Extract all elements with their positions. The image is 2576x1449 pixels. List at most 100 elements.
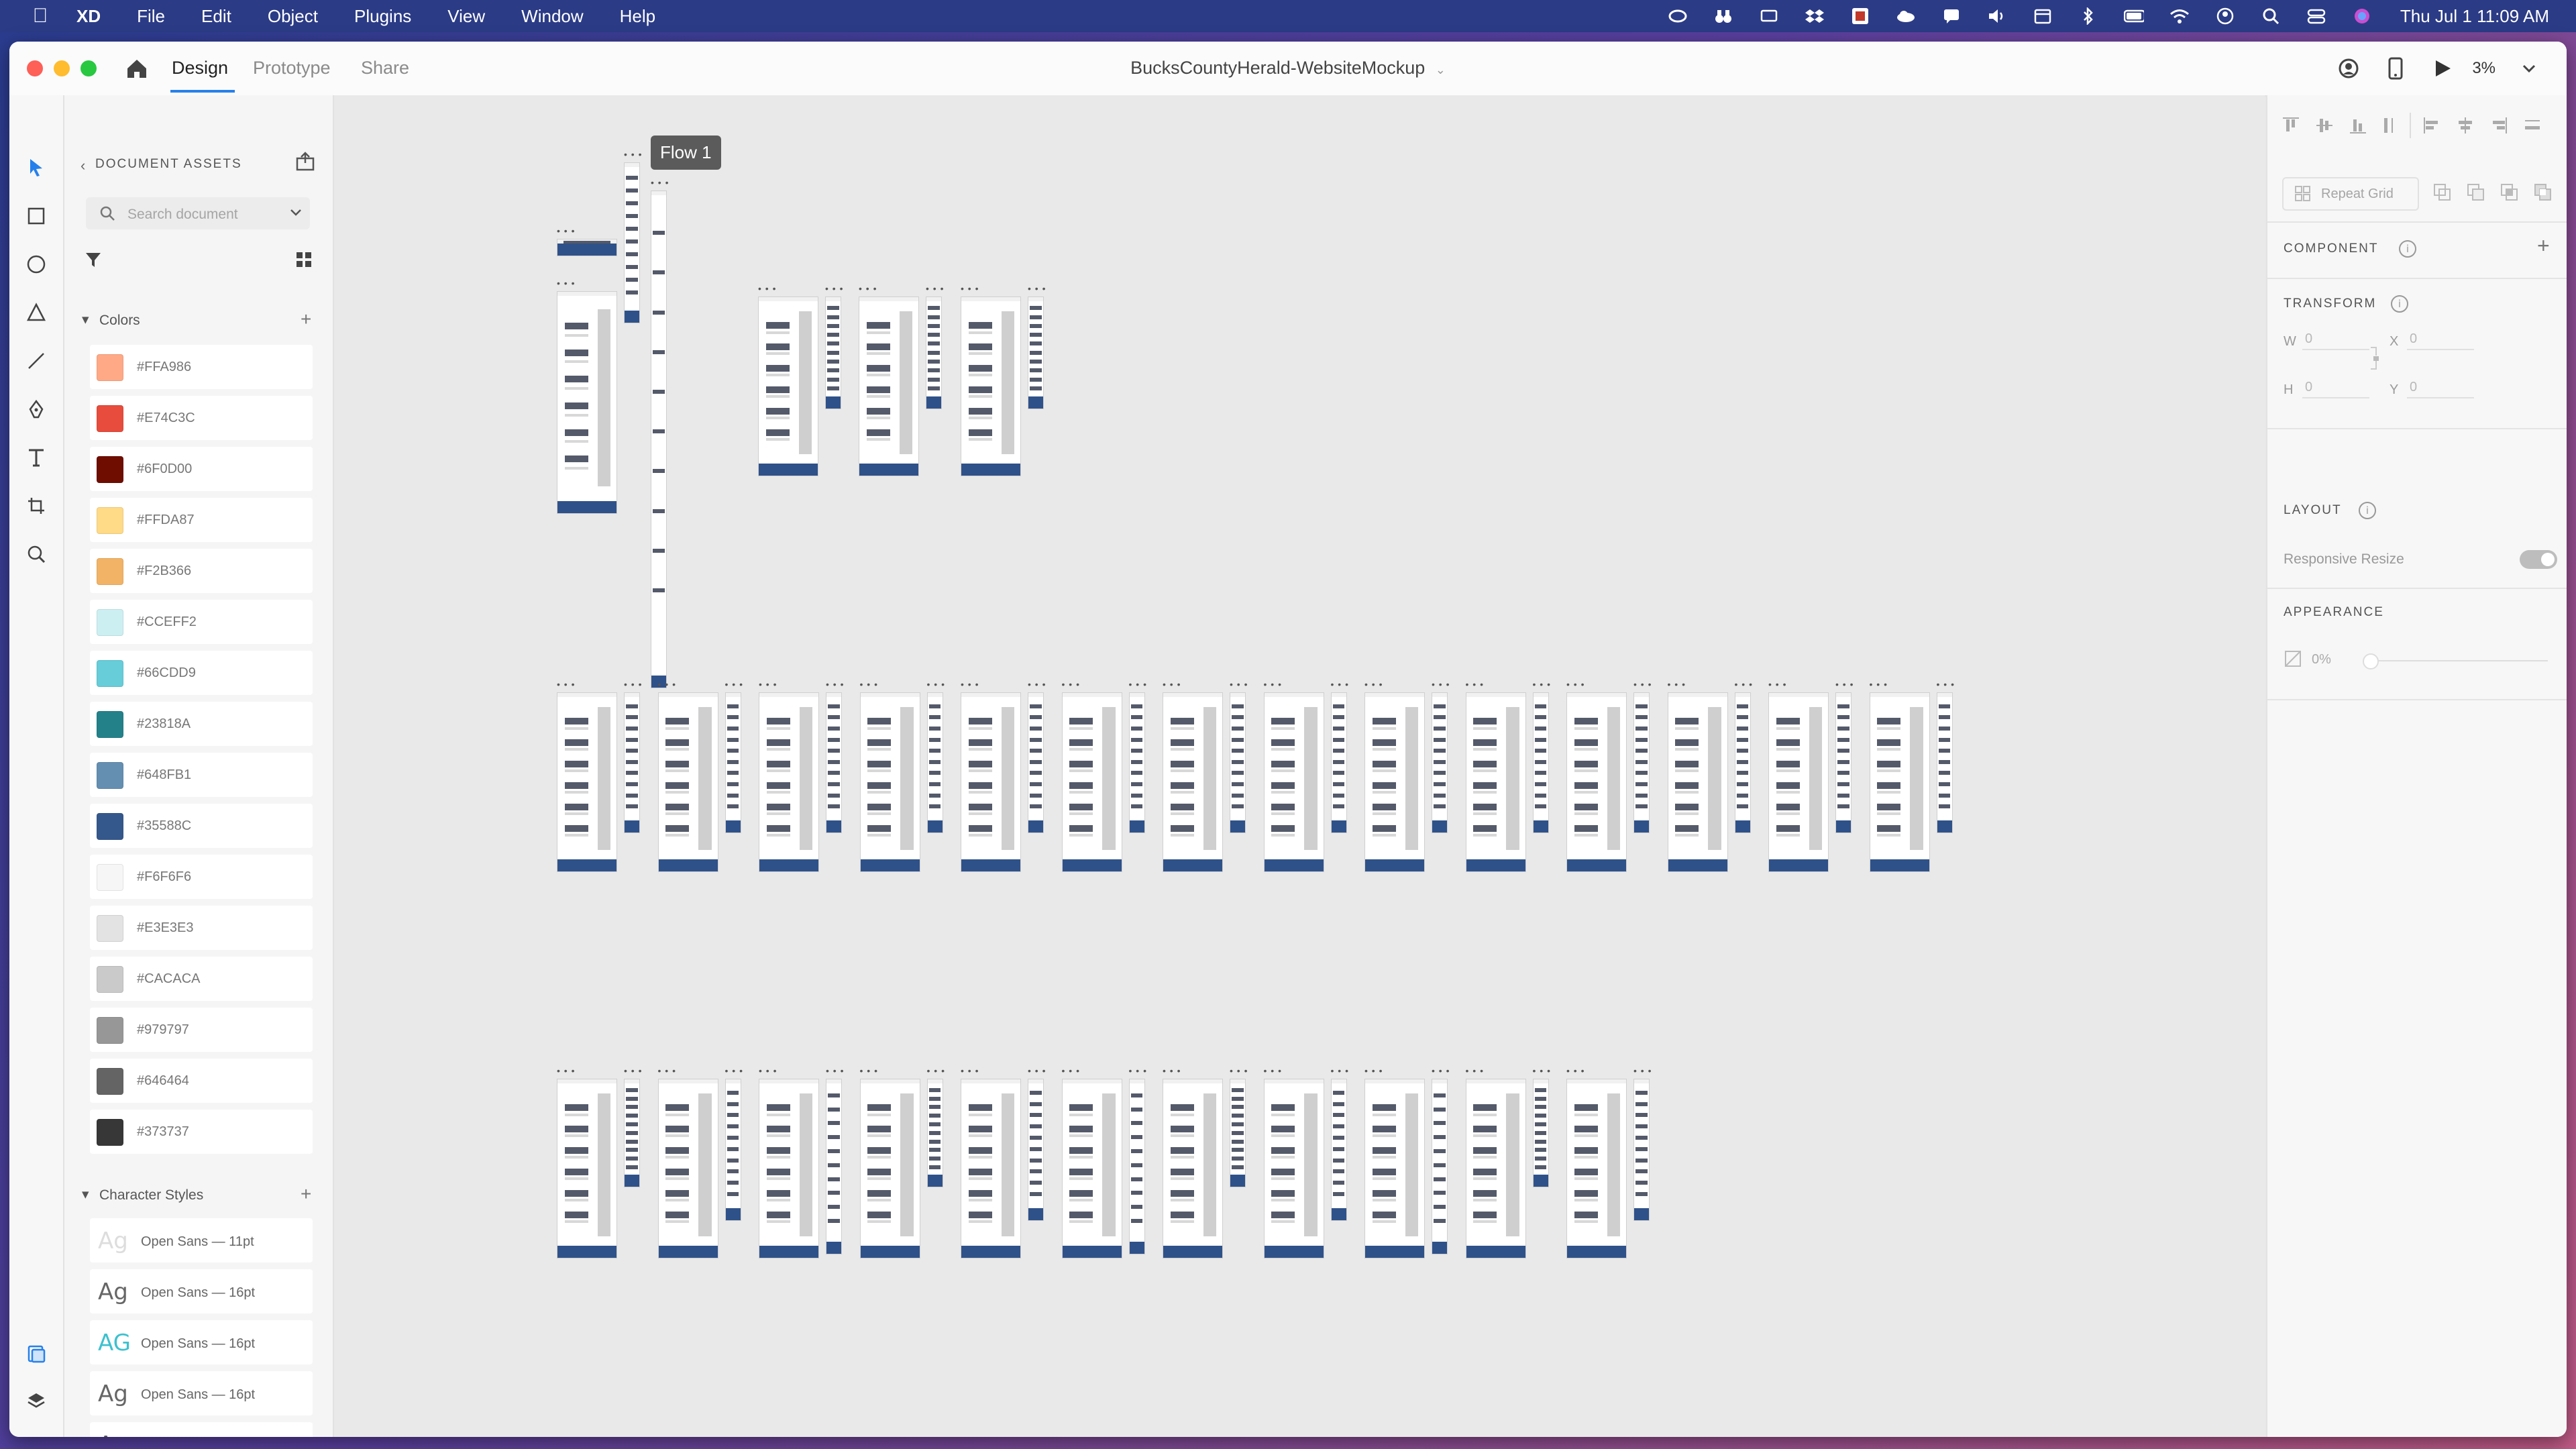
select-tool-icon[interactable] [23,154,50,181]
color-swatch-row[interactable]: #23818A [90,702,313,746]
artboard-handle[interactable]: • • • [961,679,979,690]
artboard-thumbnail[interactable] [1869,692,1930,872]
color-swatch-row[interactable]: #648FB1 [90,753,313,797]
artboard-thumbnail[interactable] [1936,692,1953,833]
artboard-thumbnail[interactable] [825,297,841,409]
artboard-thumbnail[interactable] [1734,692,1751,833]
character-style-row[interactable]: Ag Open Sans — 16pt [90,1371,313,1415]
artboard-handle[interactable]: • • • [1230,679,1248,690]
artboard-thumbnail[interactable] [1432,1079,1448,1254]
artboard-thumbnail[interactable] [1028,692,1044,833]
app-badge-icon[interactable] [1850,7,1870,25]
zoom-tool-icon[interactable] [23,541,50,568]
export-assets-icon[interactable] [295,152,315,175]
lock-aspect-icon[interactable] [2369,345,2383,372]
polygon-tool-icon[interactable] [23,299,50,326]
artboard-handle[interactable]: • • • [759,679,777,690]
artboard-handle[interactable]: • • • [1432,1065,1450,1076]
color-swatch-row[interactable]: #CACACA [90,957,313,1001]
filter-icon[interactable] [85,251,102,272]
character-style-row[interactable]: AgLora — 16pt [90,1422,313,1437]
apple-menu-icon[interactable]:  [28,5,52,28]
artboard-handle[interactable]: • • • [1364,679,1383,690]
menu-window[interactable]: Window [521,6,583,27]
artboard-thumbnail[interactable] [1566,1079,1627,1258]
artboard-thumbnail[interactable] [557,291,617,514]
artboard-thumbnail[interactable] [1061,1079,1122,1258]
artboard-thumbnail[interactable] [826,692,842,833]
boolean-exclude-icon[interactable] [2533,182,2553,203]
component-info-icon[interactable]: i [2399,240,2416,258]
artboard-handle[interactable]: • • • [927,679,945,690]
align-middle-icon[interactable] [2314,115,2334,136]
artboard-thumbnail[interactable] [1532,692,1549,833]
artboard-handle[interactable]: • • • [1533,679,1551,690]
artboard-thumbnail[interactable] [557,692,617,872]
artboard-handle[interactable]: • • • [1768,679,1786,690]
search-filter-chevron-icon[interactable] [290,208,302,221]
design-canvas[interactable]: Flow 1 • • • • • • • • • • • • • • • • • • • •… [334,95,2265,1437]
device-preview-icon[interactable] [2382,55,2409,82]
artboard-handle[interactable]: • • • [1533,1065,1551,1076]
color-swatch-row[interactable]: #373737 [90,1110,313,1154]
artboard-handle[interactable]: • • • [557,1065,575,1076]
artboard-thumbnail[interactable] [1061,692,1122,872]
color-swatch-row[interactable]: #979797 [90,1008,313,1052]
creative-cloud-icon[interactable] [1668,7,1688,25]
pen-tool-icon[interactable] [23,396,50,423]
color-swatch-row[interactable]: #FFDA87 [90,498,313,542]
boolean-intersect-icon[interactable] [2500,182,2520,203]
dropbox-icon[interactable] [1805,7,1825,25]
color-swatch-row[interactable]: #CCEFF2 [90,600,313,644]
artboard-thumbnail[interactable] [624,692,640,833]
assets-panel-icon[interactable] [23,1340,50,1367]
color-swatch-row[interactable]: #E3E3E3 [90,906,313,950]
opacity-slider-track[interactable] [2368,660,2548,661]
color-swatch-row[interactable]: #E74C3C [90,396,313,440]
menu-object[interactable]: Object [268,6,318,27]
y-input[interactable]: 0 [2410,380,2417,395]
artboard-handle[interactable]: • • • [961,283,979,294]
artboard-thumbnail[interactable] [1667,692,1728,872]
calendar-icon[interactable] [2033,7,2053,25]
distribute-horizontal-icon[interactable] [2522,115,2542,136]
color-swatch-row[interactable]: #F2B366 [90,549,313,593]
artboard-handle[interactable]: • • • [1633,679,1652,690]
grid-view-icon[interactable] [295,251,313,272]
artboard-thumbnail[interactable] [961,1079,1021,1258]
artboard-handle[interactable]: • • • [1028,283,1046,294]
align-top-icon[interactable] [2281,115,2301,136]
artboard-handle[interactable]: • • • [826,679,844,690]
artboard-handle[interactable]: • • • [759,1065,777,1076]
layers-panel-icon[interactable] [23,1387,50,1414]
color-swatch-row[interactable]: #F6F6F6 [90,855,313,899]
align-center-icon[interactable] [2455,115,2475,136]
artboard-handle[interactable]: • • • [624,679,642,690]
artboard-thumbnail[interactable] [724,1079,741,1221]
artboard-thumbnail[interactable] [1432,692,1448,833]
artboard-handle[interactable]: • • • [860,679,878,690]
artboard-handle[interactable]: • • • [557,679,575,690]
opacity-value[interactable]: 0% [2312,652,2331,667]
color-swatch-row[interactable]: #66CDD9 [90,651,313,695]
zoom-chevron-down-icon[interactable] [2516,55,2542,82]
character-style-row[interactable]: AG Open Sans — 16pt [90,1320,313,1364]
artboard-thumbnail[interactable] [1263,692,1324,872]
chevron-down-icon[interactable]: ⌄ [1436,63,1446,76]
x-input[interactable]: 0 [2410,331,2417,347]
artboard-handle[interactable]: • • • [557,278,575,288]
artboard-thumbnail[interactable] [926,1079,943,1187]
artboard-thumbnail[interactable] [859,1079,920,1258]
artboard-handle[interactable]: • • • [1264,679,1282,690]
artboard-handle[interactable]: • • • [658,1065,676,1076]
artboard-thumbnail[interactable] [724,692,741,833]
artboard-handle[interactable]: • • • [1028,679,1046,690]
boolean-add-icon[interactable] [2432,182,2453,203]
artboard-thumbnail[interactable] [1532,1079,1549,1187]
display-icon[interactable] [1759,7,1779,25]
artboard-handle[interactable]: • • • [1735,679,1753,690]
artboard-thumbnail[interactable] [1230,1079,1246,1187]
colors-section-title[interactable]: Colors [99,313,140,329]
add-character-style-icon[interactable]: + [301,1183,311,1205]
volume-icon[interactable] [1987,7,2007,25]
